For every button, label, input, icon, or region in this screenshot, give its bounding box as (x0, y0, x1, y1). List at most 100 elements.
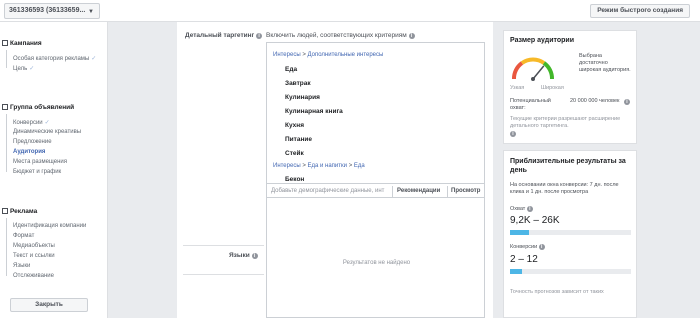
include-criteria-row-label: Включить людей, соответствующих критерия… (266, 32, 415, 39)
sidebar-group-adset[interactable]: Группа объявлений (2, 104, 74, 111)
interest-item[interactable]: Кулинария (285, 94, 320, 101)
no-results-text: Результатов не найдено (342, 260, 411, 266)
breadcrumb-separator: > (302, 52, 306, 58)
conversions-label-row: Конверсии i (510, 244, 545, 251)
sidebar-item-special-category-label: Особая категория рекламы (13, 56, 90, 62)
interest-item[interactable]: Кухня (285, 122, 304, 129)
divider (447, 186, 448, 197)
breadcrumb-link[interactable]: Дополнительные интересы (308, 52, 384, 58)
sidebar-item-languages[interactable]: Языки (13, 263, 30, 269)
info-icon[interactable]: i (624, 99, 630, 105)
estimate-basis-text: На основании окна конверсии: 7 дн. после… (510, 182, 619, 195)
sidebar-item-conversions[interactable]: Конверсии ✓ (13, 119, 50, 126)
include-criteria-label: Включить людей, соответствующих критерия… (266, 32, 407, 39)
main-panel: Детальный таргетинг i Включить людей, со… (177, 22, 493, 318)
search-row: Добавьте демографические данные, инт Рек… (267, 183, 484, 197)
reach-label: Охват (510, 206, 526, 212)
info-icon[interactable]: i (538, 244, 545, 250)
breadcrumb-separator: > (302, 163, 306, 169)
quick-creation-mode-button[interactable]: Режим быстрого создания (590, 4, 690, 18)
search-results-panel: Результатов не найдено (266, 198, 485, 318)
caret-down-icon: ▼ (88, 9, 94, 15)
close-button[interactable]: Закрыть (10, 298, 88, 312)
info-icon[interactable]: i (408, 33, 415, 39)
audience-gauge-icon (512, 57, 554, 81)
interest-item[interactable]: Питание (285, 136, 312, 143)
sidebar-group-campaign-label: Кампания (10, 40, 42, 47)
ad-icon (2, 208, 8, 214)
breadcrumb: Интересы > Дополнительные интересы (273, 52, 383, 58)
sidebar-group-ad[interactable]: Реклама (2, 208, 37, 215)
accuracy-note: Точность прогнозов зависит от таких (510, 289, 604, 295)
sidebar-item-dynamic-creative[interactable]: Динамические креативы (13, 129, 81, 135)
conversions-value: 2 – 12 (510, 254, 538, 265)
sidebar-item-budget[interactable]: Бюджет и график (13, 169, 61, 175)
languages-row-label: Языки i (229, 252, 258, 259)
sidebar-group-adset-label: Группа объявлений (10, 104, 75, 111)
interest-item[interactable]: Завтрак (285, 80, 311, 87)
interest-item[interactable]: Стейк (285, 150, 304, 157)
breadcrumb-link[interactable]: Интересы (273, 52, 301, 58)
sidebar-item-tracking[interactable]: Отслеживание (13, 273, 54, 279)
languages-label: Языки (229, 252, 250, 259)
targeting-search-input[interactable]: Добавьте демографические данные, инт (271, 188, 384, 194)
divider (183, 274, 264, 275)
conversions-bar-fill (510, 269, 523, 274)
audience-size-card: Размер аудитории Узкая Широкая Выбрана д… (503, 30, 637, 144)
estimated-results-title: Приблизительные результаты за день (510, 158, 626, 174)
breadcrumb-link[interactable]: Интересы (273, 163, 301, 169)
gauge-narrow-label: Узкая (510, 85, 525, 91)
adset-icon (2, 104, 8, 110)
detailed-targeting-row-label: Детальный таргетинг i (185, 32, 263, 39)
divider (183, 245, 264, 246)
tab-recommendations[interactable]: Рекомендации (397, 188, 440, 194)
top-bar: 361336593 (36133659... ▼ Режим быстрого … (0, 0, 700, 22)
info-icon[interactable]: i (256, 33, 263, 39)
tree-line (6, 50, 7, 68)
reach-bar (510, 230, 631, 235)
account-selector[interactable]: 361336593 (36133659... ▼ (4, 3, 100, 19)
check-icon: ✓ (44, 120, 50, 126)
sidebar-item-text-links[interactable]: Текст и ссылки (13, 253, 55, 259)
reach-value: 9,2K – 26K (510, 215, 560, 226)
conversions-bar (510, 269, 631, 274)
sidebar-item-special-category[interactable]: Особая категория рекламы ✓ (13, 55, 96, 62)
info-icon[interactable]: i (526, 206, 533, 212)
breadcrumb-link[interactable]: Еда (354, 163, 365, 169)
reach-bar-fill (510, 230, 530, 235)
audience-verdict-text: Выбрана достаточно широкая аудитория. (579, 53, 631, 73)
interest-item[interactable]: Еда (285, 66, 297, 73)
tree-line (6, 218, 7, 276)
breadcrumb: Интересы > Еда и напитки > Еда (273, 163, 365, 169)
check-icon: ✓ (91, 56, 97, 62)
interest-item[interactable]: Кулинарная книга (285, 108, 343, 115)
sidebar-item-format[interactable]: Формат (13, 233, 34, 239)
estimated-results-card: Приблизительные результаты за день На ос… (503, 150, 637, 318)
potential-reach-value: 20 000 000 человек (570, 98, 620, 104)
interest-item[interactable]: Бекон (285, 176, 304, 183)
account-selector-label: 361336593 (36133659... (9, 7, 86, 14)
check-icon: ✓ (29, 66, 35, 72)
sidebar-item-conversions-label: Конверсии (13, 120, 43, 126)
detailed-targeting-label: Детальный таргетинг (185, 32, 255, 39)
breadcrumb-separator: > (348, 163, 353, 169)
conversions-label: Конверсии (510, 244, 538, 250)
gauge-needle (532, 65, 545, 80)
breadcrumb-link[interactable]: Еда и напитки (308, 163, 348, 169)
sidebar-item-identity[interactable]: Идентификация компании (13, 223, 86, 229)
sidebar-group-campaign[interactable]: Кампания (2, 40, 42, 47)
sidebar-item-offer[interactable]: Предложение (13, 139, 52, 145)
audience-size-title: Размер аудитории (510, 37, 575, 44)
gauge-broad-label: Широкая (541, 85, 564, 91)
sidebar: Кампания Особая категория рекламы ✓ Цель ✓… (0, 22, 108, 318)
divider (392, 186, 393, 197)
sidebar-item-placements[interactable]: Места размещения (13, 159, 67, 165)
info-icon[interactable]: i (251, 253, 258, 259)
tab-browse[interactable]: Просмотр (451, 188, 480, 194)
sidebar-item-objective[interactable]: Цель ✓ (13, 65, 34, 72)
potential-reach-label: Потенциальный охват: (510, 98, 551, 111)
sidebar-item-audience[interactable]: Аудитория (13, 149, 45, 155)
info-icon[interactable]: i (510, 131, 516, 137)
sidebar-item-media[interactable]: Медиаобъекты (13, 243, 55, 249)
tree-line (6, 114, 7, 172)
